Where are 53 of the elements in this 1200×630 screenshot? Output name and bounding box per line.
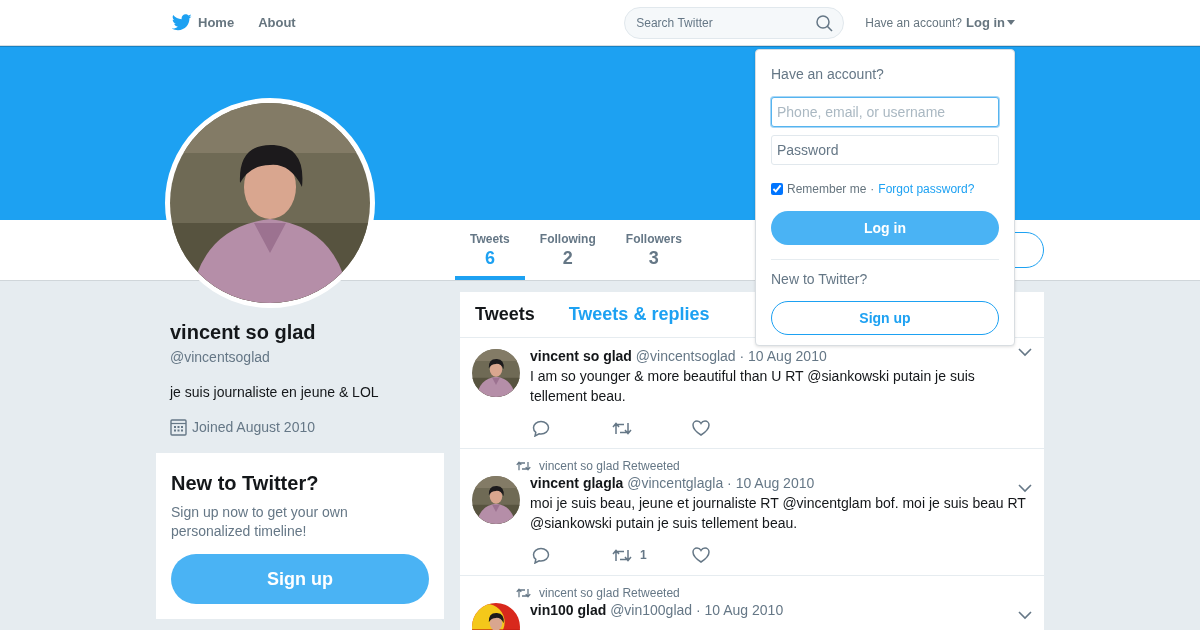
chevron-down-icon[interactable]	[1018, 484, 1032, 493]
reply-icon[interactable]	[532, 546, 550, 564]
separator-dot: ·	[870, 181, 875, 198]
retweet-context: vincent so glad Retweeted	[539, 458, 680, 475]
author-handle[interactable]: @vincentsoglad	[635, 348, 736, 364]
author-name[interactable]: vincent so glad	[530, 348, 632, 364]
author-handle[interactable]: @vincentglagla	[627, 475, 724, 491]
nav-link[interactable]: Home	[172, 12, 235, 33]
author-name[interactable]: vincent glagla	[530, 475, 624, 491]
heart-icon[interactable]	[692, 420, 710, 436]
chevron-down-icon[interactable]	[1018, 611, 1032, 620]
joined-date: Joined August 2010	[192, 418, 315, 437]
tweet-text: moi je suis beau, jeune et journaliste RT @vincentglam bof. moi je suis beau RT @siankowski putain je suis tellement beau.	[530, 494, 1027, 533]
tweet-date[interactable]: · 10 Aug 2010	[696, 602, 784, 618]
nav-link[interactable]: About	[258, 12, 296, 33]
password-field[interactable]: Password	[771, 135, 999, 165]
card-text: Sign up now to get your own personalized timeline!	[171, 503, 349, 541]
heart-icon[interactable]	[692, 547, 710, 563]
retweet-icon[interactable]	[612, 547, 632, 563]
card-title: New to Twitter?	[171, 471, 320, 495]
caret-icon	[1007, 20, 1015, 25]
search-icon[interactable]	[816, 14, 834, 32]
tweet-text: I am so younger & more beautiful than U RT @siankowski putain je suis tellement beau.	[530, 367, 976, 406]
retweet-context: vincent so glad Retweeted	[539, 585, 680, 602]
author-name[interactable]: vin100 glad	[530, 602, 607, 618]
profile-handle: @vincentsoglad	[169, 348, 271, 367]
calendar-icon	[170, 419, 187, 436]
retweet-icon	[516, 587, 531, 599]
signup-button[interactable]: Sign up	[771, 301, 999, 335]
tweet-date[interactable]: · 10 Aug 2010	[727, 475, 815, 491]
account-prompt: Have an account?	[865, 14, 962, 32]
username-field[interactable]: Phone, email, or username	[771, 97, 999, 127]
remember-label: Remember me	[787, 181, 867, 198]
author-handle[interactable]: @vin100glad	[610, 602, 693, 618]
retweet-count: 1	[640, 547, 647, 564]
profile-name: vincent so glad	[169, 320, 317, 345]
search-field[interactable]: Search Twitter	[624, 6, 845, 39]
stat-tab[interactable]: Following 2	[524, 220, 611, 280]
login-link[interactable]: Log in	[966, 12, 1015, 33]
dropdown-title: Have an account?	[771, 65, 885, 84]
reply-icon[interactable]	[532, 419, 550, 437]
remember-checkbox[interactable]	[771, 183, 783, 195]
stream-tab[interactable]: Tweets & replies	[568, 301, 710, 328]
forgot-password-link[interactable]: Forgot password?	[878, 180, 975, 198]
stat-tab[interactable]: Followers 3	[610, 220, 697, 280]
chevron-down-icon[interactable]	[1018, 348, 1032, 357]
retweet-icon[interactable]	[612, 420, 632, 436]
tweet-date[interactable]: · 10 Aug 2010	[739, 348, 827, 364]
signup-prompt: New to Twitter?	[771, 270, 869, 289]
profile-bio: je suis journaliste en jeune & LOL	[168, 383, 380, 402]
stat-tab[interactable]: Tweets 6	[455, 220, 525, 280]
stream-tab[interactable]: Tweets	[475, 301, 535, 328]
retweet-icon	[516, 460, 531, 472]
